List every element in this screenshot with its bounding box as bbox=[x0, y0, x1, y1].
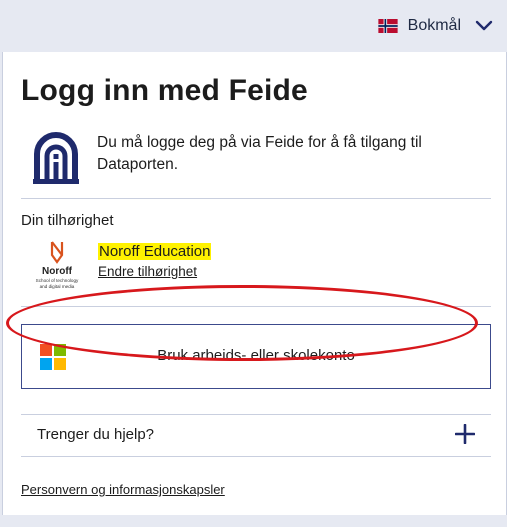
microsoft-login-label: Bruk arbeids- eller skolekonto bbox=[157, 347, 355, 364]
help-expander[interactable]: Trenger du hjelp? bbox=[21, 415, 491, 455]
divider bbox=[21, 198, 491, 199]
intro-text: Du må logge deg på via Feide for å få ti… bbox=[97, 134, 422, 173]
affiliation-label: Din tilhørighet bbox=[21, 212, 114, 229]
microsoft-login-button[interactable]: Bruk arbeids- eller skolekonto bbox=[21, 324, 491, 389]
divider bbox=[21, 456, 491, 457]
norway-flag-icon bbox=[378, 19, 398, 33]
change-affiliation-link[interactable]: Endre tilhørighet bbox=[98, 264, 197, 279]
page-title: Logg inn med Feide bbox=[21, 74, 308, 107]
noroff-tagline-2: and digital media bbox=[40, 284, 75, 289]
top-bar: Bokmål bbox=[0, 0, 507, 52]
chevron-down-icon bbox=[475, 20, 493, 31]
feide-logo-icon bbox=[33, 132, 79, 184]
noroff-wordmark: Noroff bbox=[42, 266, 73, 277]
noroff-logo: Noroff School of technology and digital … bbox=[36, 241, 79, 289]
divider bbox=[21, 306, 491, 307]
organization-name: Noroff Education bbox=[98, 243, 212, 260]
plus-icon bbox=[455, 424, 475, 444]
login-card: Logg inn med Feide Du må logge deg på vi… bbox=[2, 52, 507, 515]
privacy-link[interactable]: Personvern og informasjonskapsler bbox=[21, 482, 225, 497]
help-label: Trenger du hjelp? bbox=[37, 426, 155, 443]
language-label: Bokmål bbox=[407, 17, 461, 34]
language-selector[interactable]: Bokmål bbox=[378, 12, 493, 40]
noroff-tagline-1: School of technology bbox=[36, 278, 79, 283]
